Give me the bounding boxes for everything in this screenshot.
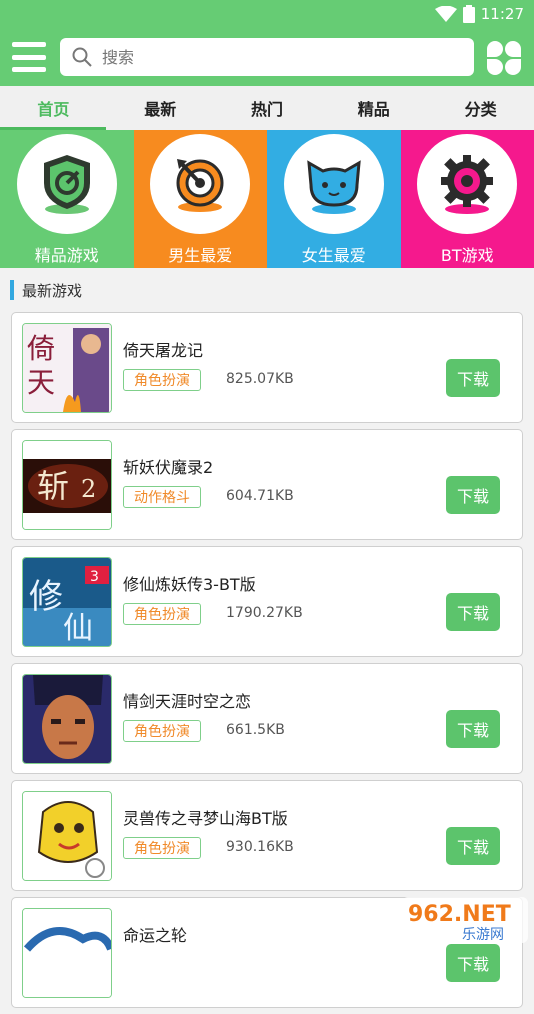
clover-icon[interactable] (486, 40, 522, 76)
game-tag: 角色扮演 (123, 837, 201, 859)
status-time: 11:27 (481, 5, 524, 23)
game-size: 825.07KB (226, 371, 294, 387)
category-label: 女生最爱 (302, 242, 366, 266)
game-thumbnail[interactable]: 倚 天 (22, 323, 112, 413)
category-featured-games[interactable]: 精品游戏 (0, 130, 134, 268)
battery-icon (463, 5, 475, 23)
category-tiles: 精品游戏 男生最爱 女生最爱 (0, 130, 534, 268)
tab-latest[interactable]: 最新 (107, 86, 214, 130)
game-size: 1790.27KB (226, 605, 303, 621)
download-button[interactable]: 下载 (446, 944, 500, 982)
game-name[interactable]: 灵兽传之寻梦山海BT版 (123, 805, 288, 829)
section-accent-bar (10, 280, 14, 300)
game-thumbnail[interactable]: 修 仙 3 (22, 557, 112, 647)
section-title: 最新游戏 (10, 278, 82, 302)
svg-text:仙: 仙 (63, 611, 93, 646)
game-size: 661.5KB (226, 722, 285, 738)
category-icon-circle (150, 134, 250, 234)
category-bt-games[interactable]: BT游戏 (401, 130, 534, 268)
game-name[interactable]: 倚天屠龙记 (123, 337, 203, 361)
watermark-text-1: 962.NET (408, 902, 511, 927)
svg-text:天: 天 (27, 366, 55, 399)
game-card[interactable]: 灵兽传之寻梦山海BT版 角色扮演 930.16KB 下载 (11, 780, 523, 891)
svg-text:倚: 倚 (27, 332, 55, 365)
category-label: 精品游戏 (35, 242, 99, 266)
category-label: 男生最爱 (168, 242, 232, 266)
game-size: 930.16KB (226, 839, 294, 855)
shield-target-icon (32, 149, 102, 219)
search-input[interactable] (102, 48, 432, 67)
game-name[interactable]: 修仙炼妖传3-BT版 (123, 571, 256, 595)
game-size: 604.71KB (226, 488, 294, 504)
game-name[interactable]: 情剑天涯时空之恋 (123, 688, 251, 712)
app-header (0, 28, 534, 86)
menu-icon[interactable] (12, 42, 46, 72)
svg-text:修: 修 (29, 577, 63, 617)
game-card[interactable]: 修 仙 3 修仙炼妖传3-BT版 角色扮演 1790.27KB 下载 (11, 546, 523, 657)
game-tag: 角色扮演 (123, 369, 201, 391)
game-card[interactable]: 情剑天涯时空之恋 角色扮演 661.5KB 下载 (11, 663, 523, 774)
game-card[interactable]: 斩 2 斩妖伏魔录2 动作格斗 604.71KB 下载 (11, 429, 523, 540)
game-card[interactable]: 倚 天 倚天屠龙记 角色扮演 825.07KB 下载 (11, 312, 523, 423)
target-arrow-icon (165, 149, 235, 219)
cat-face-icon (299, 149, 369, 219)
category-girls-favorite[interactable]: 女生最爱 (267, 130, 401, 268)
watermark-text-2: 乐游网 (462, 927, 504, 943)
search-icon (72, 47, 92, 67)
wifi-icon (435, 6, 457, 22)
search-box[interactable] (60, 38, 474, 76)
category-label: BT游戏 (441, 242, 494, 266)
section-title-text: 最新游戏 (22, 280, 82, 301)
game-thumbnail[interactable] (22, 674, 112, 764)
svg-text:2: 2 (81, 475, 96, 503)
svg-text:斩: 斩 (37, 467, 69, 505)
tab-category[interactable]: 分类 (427, 86, 534, 130)
category-boys-favorite[interactable]: 男生最爱 (134, 130, 268, 268)
category-icon-circle (17, 134, 117, 234)
watermark-logo: 962.NET 乐游网 (402, 897, 528, 943)
category-icon-circle (417, 134, 517, 234)
status-bar: 11:27 (0, 0, 534, 28)
game-thumbnail[interactable] (22, 791, 112, 881)
game-name[interactable]: 斩妖伏魔录2 (123, 454, 213, 478)
download-button[interactable]: 下载 (446, 359, 500, 397)
game-tag: 角色扮演 (123, 720, 201, 742)
game-tag: 动作格斗 (123, 486, 201, 508)
tab-featured[interactable]: 精品 (320, 86, 427, 130)
game-tag: 角色扮演 (123, 603, 201, 625)
game-name[interactable]: 命运之轮 (123, 922, 187, 946)
gear-icon (432, 149, 502, 219)
download-button[interactable]: 下载 (446, 476, 500, 514)
download-button[interactable]: 下载 (446, 710, 500, 748)
download-button[interactable]: 下载 (446, 827, 500, 865)
game-thumbnail[interactable]: 斩 2 (22, 440, 112, 530)
download-button[interactable]: 下载 (446, 593, 500, 631)
tab-home[interactable]: 首页 (0, 86, 107, 130)
game-thumbnail[interactable] (22, 908, 112, 998)
tab-hot[interactable]: 热门 (214, 86, 321, 130)
tab-bar: 首页 最新 热门 精品 分类 (0, 86, 534, 130)
svg-text:3: 3 (90, 569, 99, 585)
category-icon-circle (284, 134, 384, 234)
